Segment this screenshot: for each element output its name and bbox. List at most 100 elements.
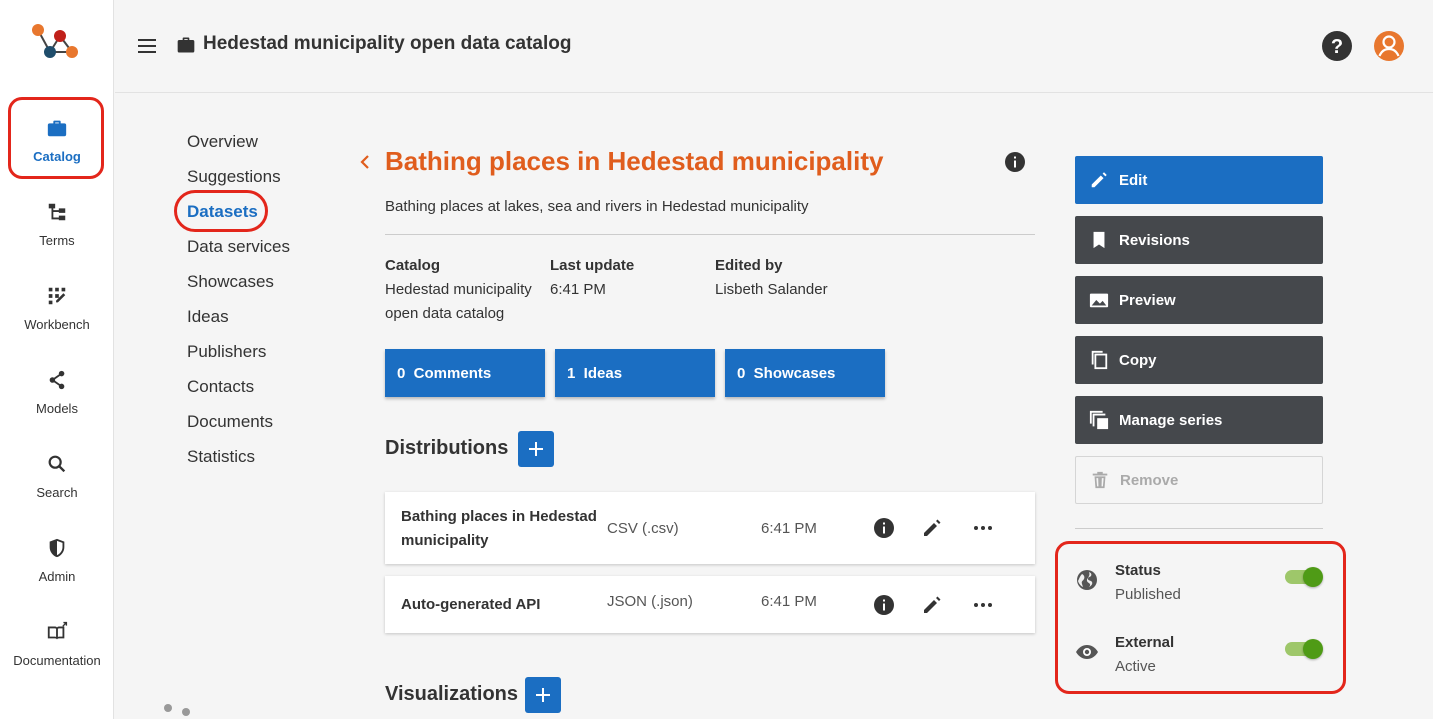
- manage-series-button[interactable]: Manage series: [1075, 396, 1323, 444]
- pencil-icon: [1091, 172, 1107, 188]
- app-logo-icon[interactable]: [28, 22, 84, 64]
- search-icon: [48, 455, 66, 472]
- external-label: External: [1115, 634, 1175, 651]
- toggle-knob: [1303, 567, 1323, 587]
- subnav-showcases[interactable]: Showcases: [187, 270, 290, 305]
- rail-item-admin[interactable]: Admin: [0, 522, 114, 598]
- rail-item-label: Admin: [38, 568, 76, 584]
- distribution-format: JSON (.json): [607, 593, 693, 610]
- more-icon[interactable]: [972, 517, 994, 539]
- briefcase-icon: [47, 120, 67, 136]
- remove-button[interactable]: Remove: [1075, 456, 1323, 504]
- divider: [1075, 528, 1323, 529]
- status-toggle[interactable]: [1285, 566, 1323, 588]
- rail-item-catalog[interactable]: Catalog: [0, 102, 114, 178]
- subnav-suggestions[interactable]: Suggestions: [187, 165, 290, 200]
- revisions-label: Revisions: [1119, 231, 1190, 249]
- ideas-button[interactable]: 1 Ideas: [555, 349, 715, 397]
- external-value: Active: [1115, 658, 1156, 675]
- info-icon[interactable]: [873, 594, 895, 616]
- pencil-icon[interactable]: [921, 517, 943, 539]
- status-value: Published: [1115, 586, 1181, 603]
- back-chevron-icon[interactable]: [357, 152, 373, 172]
- plus-icon: [536, 688, 550, 702]
- rail-item-models[interactable]: Models: [0, 354, 114, 430]
- distribution-row[interactable]: Auto-generated API JSON (.json) 6:41 PM: [385, 576, 1035, 633]
- subnav-datasets[interactable]: Datasets: [187, 200, 290, 235]
- series-icon: [1089, 410, 1109, 430]
- distribution-name: Auto-generated API: [401, 596, 541, 613]
- image-icon: [1089, 293, 1109, 308]
- plus-icon: [529, 442, 543, 456]
- distribution-format: CSV (.csv): [607, 520, 679, 537]
- edit-button[interactable]: Edit: [1075, 156, 1323, 204]
- subnav-publishers[interactable]: Publishers: [187, 340, 290, 375]
- meta-update-label: Last update: [550, 257, 635, 274]
- eye-icon: [1076, 645, 1098, 659]
- toggle-knob: [1303, 639, 1323, 659]
- pencil-icon[interactable]: [921, 594, 943, 616]
- subnav-contacts[interactable]: Contacts: [187, 375, 290, 410]
- rail-item-label: Documentation: [13, 652, 101, 668]
- share-icon: [49, 370, 65, 389]
- meta-editor-label: Edited by: [715, 257, 783, 274]
- add-distribution-button[interactable]: [518, 431, 554, 467]
- bookmark-icon: [1093, 231, 1105, 249]
- more-icon[interactable]: [972, 594, 994, 616]
- divider: [385, 234, 1035, 235]
- status-row: Status Published: [1075, 562, 1323, 612]
- briefcase-icon: [177, 37, 195, 53]
- distribution-name: Bathing places in Hedestad municipality: [401, 508, 597, 549]
- revisions-button[interactable]: Revisions: [1075, 216, 1323, 264]
- info-icon[interactable]: [1004, 151, 1026, 173]
- menu-icon[interactable]: [137, 36, 157, 56]
- help-icon[interactable]: ?: [1321, 30, 1353, 62]
- subnav-statistics[interactable]: Statistics: [187, 445, 290, 480]
- left-rail: Catalog Terms Workbench Models Search Ad…: [0, 0, 190, 719]
- edit-label: Edit: [1119, 171, 1148, 189]
- book-external-icon: [47, 621, 68, 639]
- distributions-title: Distributions: [385, 437, 509, 459]
- rail-item-label: Models: [36, 400, 78, 416]
- distribution-time: 6:41 PM: [761, 520, 817, 537]
- meta-last-update: Last update 6:41 PM: [550, 254, 634, 302]
- preview-button[interactable]: Preview: [1075, 276, 1323, 324]
- preview-label: Preview: [1119, 291, 1176, 309]
- subnav-overview[interactable]: Overview: [187, 130, 290, 165]
- copy-label: Copy: [1119, 351, 1157, 369]
- meta-catalog-label: Catalog: [385, 257, 441, 274]
- subnav-ideas[interactable]: Ideas: [187, 305, 290, 340]
- subnav-data-services[interactable]: Data services: [187, 235, 290, 270]
- rail-item-search[interactable]: Search: [0, 438, 114, 514]
- svg-text:?: ?: [1331, 36, 1343, 58]
- rail-item-label: Terms: [39, 232, 75, 248]
- meta-edited-by: Edited by Lisbeth Salander: [715, 254, 828, 302]
- meta-catalog-value-line1: Hedestad municipality: [385, 281, 532, 298]
- showcases-button[interactable]: 0 Showcases: [725, 349, 885, 397]
- rail-item-label: Catalog: [33, 148, 81, 164]
- catalog-subnav: Overview Suggestions Datasets Data servi…: [187, 130, 290, 480]
- comments-button[interactable]: 0 Comments: [385, 349, 545, 397]
- workbench-icon: [48, 287, 66, 304]
- rail-item-label: Workbench: [24, 316, 90, 332]
- meta-catalog: Catalog Hedestad municipality open data …: [385, 254, 532, 326]
- shield-icon: [49, 538, 65, 557]
- hierarchy-icon: [48, 203, 66, 220]
- rail-item-documentation[interactable]: Documentation: [0, 606, 114, 682]
- subnav-documents[interactable]: Documents: [187, 410, 290, 445]
- rail-item-workbench[interactable]: Workbench: [0, 270, 114, 346]
- meta-update-value: 6:41 PM: [550, 281, 606, 298]
- dataset-title: Bathing places in Hedestad municipality: [385, 146, 884, 176]
- copy-button[interactable]: Copy: [1075, 336, 1323, 384]
- distribution-row[interactable]: Bathing places in Hedestad municipality …: [385, 492, 1035, 564]
- info-icon[interactable]: [873, 517, 895, 539]
- page-title: Hedestad municipality open data catalog: [203, 33, 572, 54]
- external-toggle[interactable]: [1285, 638, 1323, 660]
- meta-catalog-value-line2: open data catalog: [385, 305, 505, 322]
- manage-series-label: Manage series: [1119, 411, 1223, 429]
- rail-item-terms[interactable]: Terms: [0, 186, 114, 262]
- add-visualization-button[interactable]: [525, 677, 561, 713]
- globe-icon: [1077, 570, 1097, 590]
- user-avatar-icon[interactable]: [1373, 30, 1405, 62]
- meta-editor-value: Lisbeth Salander: [715, 281, 828, 298]
